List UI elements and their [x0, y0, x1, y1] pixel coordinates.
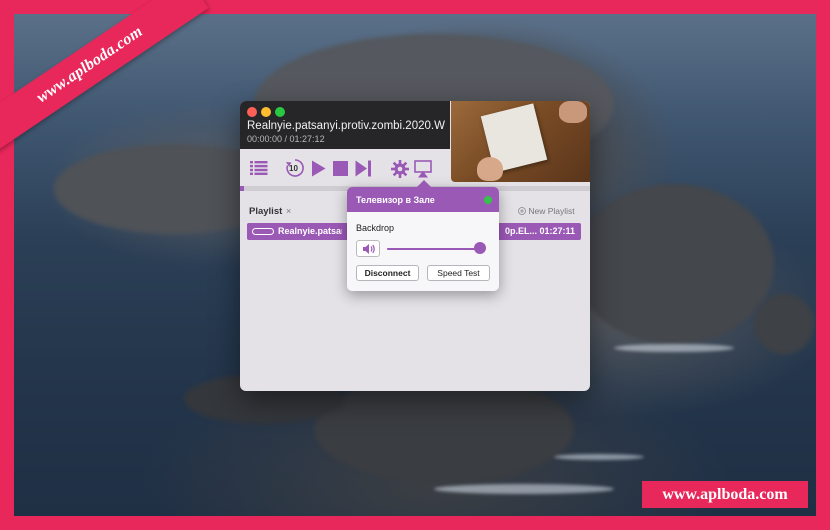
new-playlist-label: New Playlist [528, 206, 575, 216]
plus-icon [518, 207, 526, 215]
volume-slider-fill [387, 248, 481, 250]
playing-indicator-icon [252, 228, 274, 235]
volume-slider-knob[interactable] [474, 242, 487, 254]
volume-slider[interactable] [387, 248, 485, 250]
minimize-window-button[interactable] [261, 107, 271, 117]
toolbar: 10 [240, 149, 451, 182]
rock [754, 294, 814, 354]
playlist-tab-label[interactable]: Playlist [249, 206, 282, 217]
watermark-badge: www.aplboda.com [642, 481, 808, 508]
airplay-popover: Телевизор в Зале Backdrop Disconnect Spe… [347, 180, 499, 291]
playlist-close-icon[interactable]: × [286, 206, 291, 216]
sea-foam [434, 484, 614, 494]
titlebar: Realnyie.patsanyi.protiv.zombi.2020.WE..… [240, 101, 450, 149]
gear-icon[interactable] [391, 160, 409, 178]
playback-progress-fill [240, 186, 244, 191]
rock [574, 184, 774, 344]
speaker-icon [363, 244, 375, 254]
skip-next-icon[interactable] [355, 160, 372, 177]
airplay-device-name: Телевизор в Зале [356, 195, 435, 205]
backdrop-label: Backdrop [356, 223, 395, 233]
zoom-window-button[interactable] [275, 107, 285, 117]
disconnect-button[interactable]: Disconnect [356, 265, 419, 281]
airplay-icon[interactable] [414, 160, 432, 178]
playlist-item-title-tail: 0p.EL... [505, 226, 538, 236]
media-title: Realnyie.patsanyi.protiv.zombi.2020.WE..… [247, 120, 445, 132]
sea-foam [614, 344, 734, 352]
preview-hand [477, 157, 503, 181]
skip-back-10-button[interactable]: 10 [284, 157, 306, 179]
popover-header: Телевизор в Зале [347, 187, 499, 212]
connection-status-dot [484, 196, 492, 204]
watermark-text: www.aplboda.com [662, 485, 788, 503]
play-icon[interactable] [311, 160, 326, 177]
skip-back-label: 10 [289, 164, 298, 173]
media-time: 00:00:00 / 01:27:12 [247, 134, 325, 144]
sea-foam [554, 454, 644, 460]
playlist-item-title: Realnyie.patsanyi [278, 226, 342, 236]
stop-icon[interactable] [333, 161, 348, 176]
video-preview[interactable] [451, 101, 590, 182]
new-playlist-button[interactable]: New Playlist [518, 206, 575, 216]
close-window-button[interactable] [247, 107, 257, 117]
playlist-item-duration: 01:27:11 [539, 226, 575, 236]
list-icon[interactable] [250, 161, 268, 175]
speed-test-button[interactable]: Speed Test [427, 265, 490, 281]
preview-hand [559, 101, 587, 123]
volume-mute-button[interactable] [356, 240, 380, 257]
